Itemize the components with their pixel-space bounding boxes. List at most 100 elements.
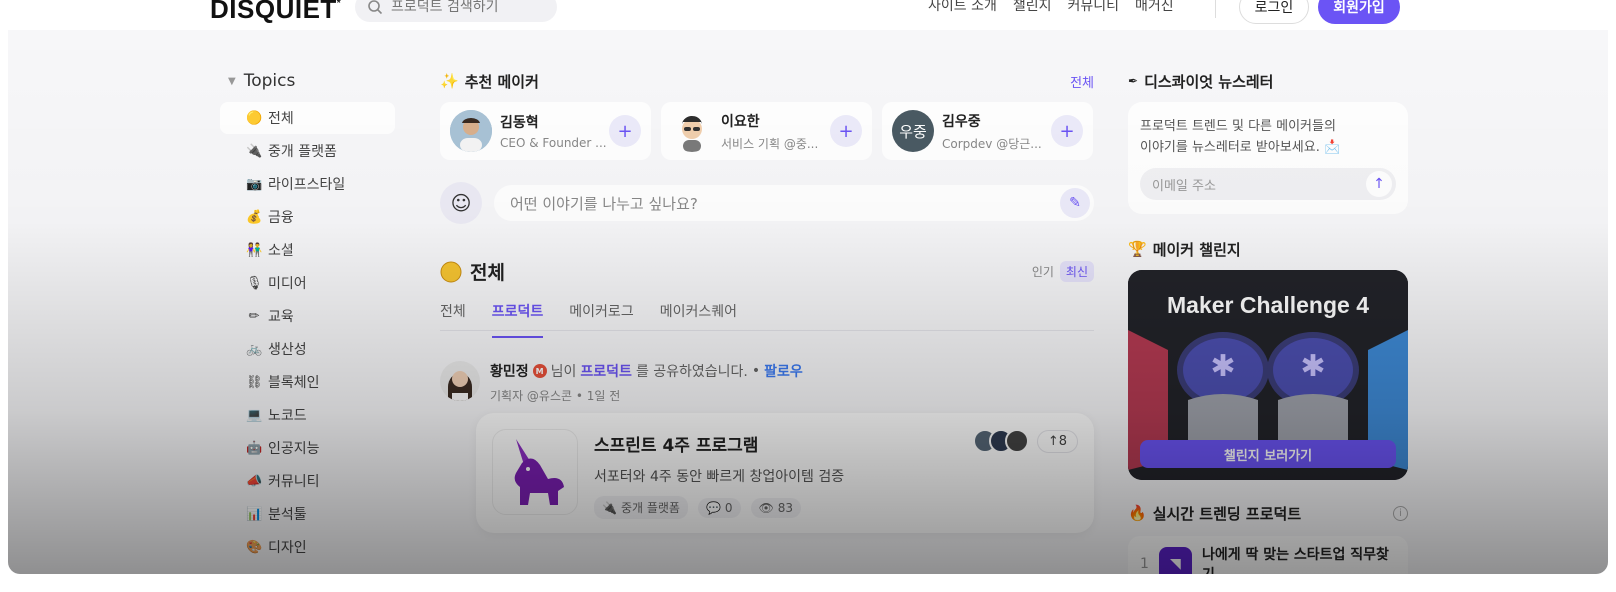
- microphone-icon: 🎙: [246, 275, 263, 291]
- topic-blockchain[interactable]: ⛓ 블록체인: [220, 366, 395, 398]
- maker-cards: 김동혁 CEO & Founder ... + 이요한 서비스 기획 @중...…: [440, 102, 1094, 160]
- challenge-title-text: 메이커 챌린지: [1152, 240, 1241, 259]
- makers-title-text: 추천 메이커: [464, 72, 539, 91]
- topic-ai[interactable]: 🤖 인공지능: [220, 432, 395, 464]
- topic-finance[interactable]: 💰 금융: [220, 201, 395, 233]
- topics-sidebar: ▼ Topics 🟡 전체 🔌 중개 플랫폼 📷 라이프스타일 💰 금융 👫 소셜 🎙 미디…: [220, 68, 395, 564]
- sun-icon: [440, 261, 462, 282]
- product-tag-label: 중개 플랫폼: [620, 501, 680, 515]
- topic-lifestyle[interactable]: 📷 라이프스타일: [220, 168, 395, 200]
- person-photo-icon: [440, 361, 480, 401]
- signup-button[interactable]: 회원가입: [1318, 0, 1400, 24]
- sun-icon: 🟡: [246, 110, 263, 126]
- maker-card[interactable]: 우중 김우중 Corpdev @당근... +: [882, 102, 1093, 160]
- view-challenge-button[interactable]: 챌린지 보러가기: [1140, 440, 1396, 468]
- topic-label: 전체: [268, 111, 294, 127]
- trending-title-text: 실시간 트렌딩 프로덕트: [1152, 504, 1302, 523]
- sort-popular[interactable]: 인기: [1032, 263, 1054, 280]
- maker-card[interactable]: 김동혁 CEO & Founder ... +: [440, 102, 651, 160]
- info-icon[interactable]: i: [1393, 505, 1408, 521]
- chain-icon: ⛓: [246, 374, 263, 390]
- topic-social[interactable]: 👫 소셜: [220, 234, 395, 266]
- tab-makerlog[interactable]: 메이커로그: [569, 301, 633, 330]
- follow-maker-button[interactable]: +: [830, 115, 862, 147]
- pencil-icon[interactable]: ✎: [1060, 188, 1090, 218]
- search-icon: [368, 0, 383, 15]
- maker-info: 이요한 서비스 기획 @중...: [721, 111, 822, 152]
- maker-name: 이요한: [721, 113, 760, 130]
- topic-label: 디자인: [268, 540, 307, 556]
- contributor-avatars: [972, 429, 1029, 453]
- login-button[interactable]: 로그인: [1239, 0, 1309, 24]
- arrow-up-icon[interactable]: ↑: [1366, 171, 1392, 197]
- topic-label: 노코드: [268, 408, 307, 424]
- nav-link-community[interactable]: 커뮤니티: [1068, 0, 1120, 15]
- tab-all[interactable]: 전체: [440, 301, 466, 330]
- topic-label: 교육: [268, 309, 294, 325]
- nav-link-about[interactable]: 사이트 소개: [928, 0, 997, 15]
- topic-community[interactable]: 📣 커뮤니티: [220, 465, 395, 497]
- trending-rank: 1: [1140, 556, 1149, 572]
- tab-makersquare[interactable]: 메이커스퀘어: [660, 301, 737, 330]
- avatar-initials: 우중: [899, 122, 927, 141]
- trophy-icon: 🏆: [1128, 240, 1147, 258]
- product-thumbnail: [492, 429, 578, 515]
- topic-nocode[interactable]: 💻 노코드: [220, 399, 395, 431]
- post-action-pre: 님이: [550, 364, 577, 380]
- topic-platform[interactable]: 🔌 중개 플랫폼: [220, 135, 395, 167]
- challenge-banner[interactable]: ✱ ✱ Maker Challenge 4 챌린지 보러가기: [1128, 270, 1408, 480]
- robot-icon: 🤖: [246, 440, 263, 456]
- upvote-button[interactable]: ↑8: [1036, 429, 1078, 453]
- topic-productivity[interactable]: 🚲 생산성: [220, 333, 395, 365]
- product-search[interactable]: [355, 0, 557, 22]
- topic-education[interactable]: ✏ 교육: [220, 300, 395, 332]
- post-keyword: 프로덕트: [580, 364, 632, 380]
- newsletter-line-1: 프로덕트 트렌드 및 다른 메이커들의: [1140, 119, 1336, 134]
- maker-role: 서비스 기획 @중...: [721, 136, 819, 151]
- search-input[interactable]: [391, 0, 541, 15]
- topic-label: 인공지능: [268, 441, 320, 457]
- product-card[interactable]: 스프린트 4주 프로그램 서포터와 4주 동안 빠르게 창업아이템 검증 🔌 중개…: [476, 413, 1094, 533]
- nav-link-magazine[interactable]: 매거진: [1135, 0, 1174, 15]
- center-column: ✨ 추천 메이커 전체 김동혁 CEO & Founder ... + 이요한 …: [440, 68, 1094, 533]
- topics-header[interactable]: ▼ Topics: [220, 68, 395, 94]
- challenge-title: 🏆 메이커 챌린지: [1128, 236, 1408, 262]
- follow-maker-button[interactable]: +: [1051, 115, 1083, 147]
- view-count: 👁 83: [750, 497, 802, 518]
- upvote-count: 8: [1058, 433, 1067, 449]
- topic-design[interactable]: 🎨 디자인: [220, 531, 395, 563]
- follow-maker-button[interactable]: +: [609, 115, 641, 147]
- feed-header: 전체 인기 최신: [440, 258, 1094, 285]
- person-photo-icon: [450, 110, 492, 152]
- nav-divider: [1215, 0, 1216, 18]
- eye-icon: 👁: [758, 500, 774, 515]
- makers-see-all-link[interactable]: 전체: [1070, 72, 1094, 91]
- tab-product[interactable]: 프로덕트: [491, 301, 543, 338]
- maker-name: 김동혁: [500, 115, 539, 131]
- maker-card[interactable]: 이요한 서비스 기획 @중... +: [661, 102, 872, 160]
- trending-item[interactable]: 1 ◥ 나에게 딱 맞는 스타트업 직무찾기: [1128, 536, 1408, 574]
- comment-icon: 💬: [705, 500, 721, 515]
- disquiet-logo[interactable]: DISQUIET*: [210, 0, 341, 25]
- pen-nib-icon: ✒: [1128, 74, 1139, 88]
- feed-title: 전체: [440, 258, 505, 285]
- sort-latest[interactable]: 최신: [1059, 261, 1094, 282]
- topic-analytics[interactable]: 📊 분석툴: [220, 498, 395, 530]
- newsletter-title-text: 디스콰이엇 뉴스레터: [1144, 72, 1274, 91]
- compose-input[interactable]: 어떤 이야기를 나누고 싶나요? ✎: [494, 185, 1094, 221]
- avatar[interactable]: [440, 361, 480, 401]
- nav-link-challenge[interactable]: 챌린지: [1013, 0, 1052, 15]
- topic-label: 중개 플랫폼: [268, 144, 337, 160]
- compose-bar: ☺ 어떤 이야기를 나누고 싶나요? ✎: [440, 182, 1094, 224]
- post-author[interactable]: 황민정: [490, 361, 529, 381]
- maker-role: Corpdev @당근...: [942, 136, 1042, 151]
- topic-media[interactable]: 🎙 미디어: [220, 267, 395, 299]
- post-meta: 기획자 @유스콘 • 1일 전: [490, 389, 621, 403]
- maker-name: 김우중: [942, 113, 981, 130]
- feed-post: 황민정 M 님이 프로덕트 를 공유하였습니다. • 팔로우 기획자 @유스콘 •…: [440, 361, 1094, 533]
- topic-label: 분석툴: [268, 507, 307, 523]
- email-field[interactable]: 이메일 주소 ↑: [1140, 168, 1396, 200]
- product-tag[interactable]: 🔌 중개 플랫폼: [594, 496, 688, 519]
- topic-all[interactable]: 🟡 전체: [220, 102, 395, 134]
- follow-link[interactable]: 팔로우: [764, 361, 803, 381]
